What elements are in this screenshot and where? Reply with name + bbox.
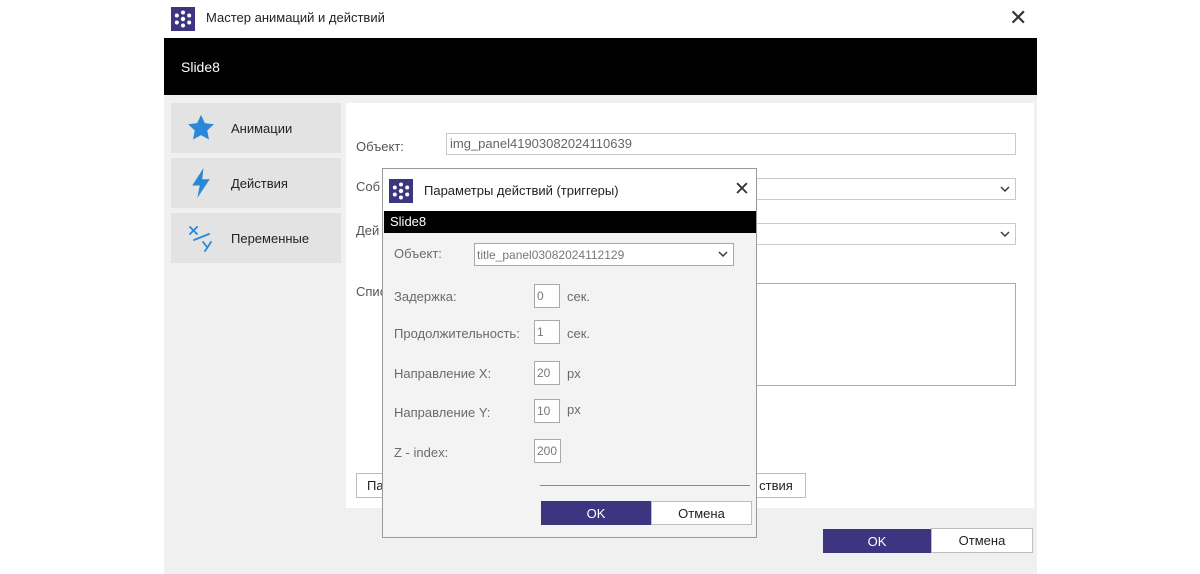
duration-label: Продолжительность: bbox=[394, 326, 520, 341]
sidebar-item-animations[interactable]: Анимации bbox=[171, 103, 341, 153]
duration-input[interactable]: 1 bbox=[534, 320, 560, 344]
direction-x-input[interactable]: 20 bbox=[534, 361, 560, 385]
object-label: Объект: bbox=[356, 139, 404, 154]
variables-icon bbox=[171, 224, 231, 252]
sidebar: Анимации Действия Переменные bbox=[164, 103, 346, 283]
action-params-dialog: Параметры действий (триггеры) ✕ Slide8 О… bbox=[382, 168, 757, 538]
close-icon[interactable]: ✕ bbox=[734, 180, 750, 199]
main-window-title: Мастер анимаций и действий bbox=[206, 10, 385, 25]
app-logo-icon bbox=[389, 179, 413, 203]
z-index-label: Z - index: bbox=[394, 445, 449, 460]
sidebar-item-variables[interactable]: Переменные bbox=[171, 213, 341, 263]
direction-y-input[interactable]: 10 bbox=[534, 399, 560, 423]
dialog-divider bbox=[540, 485, 750, 486]
dialog-slide-header: Slide8 bbox=[384, 211, 756, 233]
delay-label: Задержка: bbox=[394, 289, 457, 304]
main-title-bar: Мастер анимаций и действий ✕ bbox=[164, 0, 1037, 38]
chevron-down-icon bbox=[1000, 186, 1010, 192]
dialog-title-bar: Параметры действий (триггеры) ✕ bbox=[383, 169, 756, 211]
lightning-icon bbox=[171, 168, 231, 198]
direction-x-label: Направление X: bbox=[394, 366, 492, 381]
delay-input[interactable]: 0 bbox=[534, 284, 560, 308]
sidebar-item-actions[interactable]: Действия bbox=[171, 158, 341, 208]
ok-button[interactable]: OK bbox=[823, 529, 931, 553]
close-icon[interactable]: ✕ bbox=[1009, 7, 1027, 29]
cancel-button[interactable]: Отмена bbox=[931, 528, 1033, 553]
duration-unit: сек. bbox=[567, 326, 591, 341]
slide-name: Slide8 bbox=[181, 59, 220, 75]
direction-y-label: Направление Y: bbox=[394, 405, 491, 420]
z-index-input[interactable]: 200 bbox=[534, 439, 561, 463]
sidebar-item-label: Действия bbox=[231, 175, 288, 191]
delay-unit: сек. bbox=[567, 289, 591, 304]
object-field[interactable]: img_panel41903082024110639 bbox=[446, 133, 1016, 155]
dialog-object-label: Объект: bbox=[394, 246, 442, 261]
action-label: Дей bbox=[356, 223, 380, 238]
sidebar-item-label: Анимации bbox=[231, 120, 293, 136]
sidebar-item-label: Переменные bbox=[231, 230, 310, 246]
app-logo-icon bbox=[171, 7, 195, 31]
dialog-object-select[interactable]: title_panel03082024112129 bbox=[474, 243, 734, 266]
dialog-ok-button[interactable]: OK bbox=[541, 501, 651, 525]
chevron-down-icon bbox=[718, 251, 728, 257]
chevron-down-icon bbox=[1000, 231, 1010, 237]
direction-y-unit: px bbox=[567, 402, 581, 417]
event-label: Соб bbox=[356, 179, 381, 194]
dialog-title: Параметры действий (триггеры) bbox=[424, 183, 619, 198]
star-icon bbox=[171, 113, 231, 143]
dialog-cancel-button[interactable]: Отмена bbox=[651, 501, 752, 525]
slide-header: Slide8 bbox=[164, 38, 1037, 95]
direction-x-unit: px bbox=[567, 366, 581, 381]
dialog-object-value: title_panel03082024112129 bbox=[477, 248, 625, 262]
